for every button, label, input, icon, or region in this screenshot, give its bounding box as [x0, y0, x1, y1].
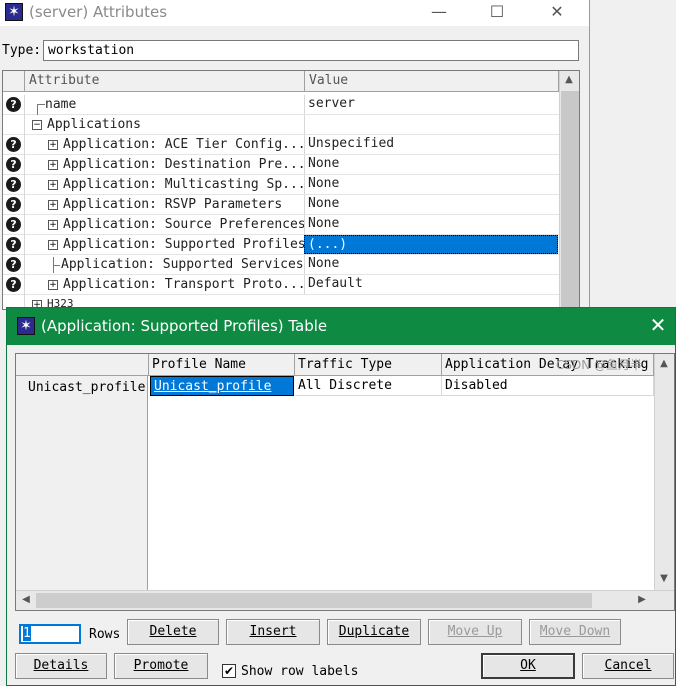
- scroll-down-icon[interactable]: ▼: [655, 570, 673, 588]
- help-icon[interactable]: ?: [6, 97, 21, 112]
- attribute-name: Application: Supported Profiles: [63, 237, 306, 252]
- scroll-thumb[interactable]: [561, 91, 579, 309]
- attribute-row[interactable]: ? + Application: ACE Tier Config... Unsp…: [3, 135, 559, 155]
- dialog-title: (Application: Supported Profiles) Table: [41, 317, 328, 335]
- star-burst-icon: ✶: [5, 3, 23, 21]
- attribute-value[interactable]: server: [304, 95, 558, 114]
- insert-button[interactable]: Insert: [226, 619, 320, 645]
- attribute-row[interactable]: ? + Application: Transport Proto... Defa…: [3, 275, 559, 295]
- table-corner: [16, 354, 149, 376]
- close-icon[interactable]: ✕: [645, 314, 671, 338]
- attribute-row[interactable]: ? + Application: Destination Pre... None: [3, 155, 559, 175]
- attribute-value[interactable]: [304, 115, 558, 134]
- cancel-button[interactable]: Cancel: [582, 653, 674, 679]
- help-icon[interactable]: ?: [6, 137, 21, 152]
- expand-icon[interactable]: +: [48, 180, 58, 190]
- row-labels-column: Unicast_profile: [16, 354, 148, 591]
- attributes-titlebar[interactable]: ✶ (server) Attributes — ☐ ✕: [0, 0, 589, 26]
- expand-icon[interactable]: +: [48, 240, 58, 250]
- show-row-labels-label[interactable]: Show row labels: [241, 664, 358, 679]
- delete-button[interactable]: Delete: [127, 619, 219, 645]
- attribute-name: Application: Transport Proto...: [63, 277, 306, 292]
- promote-button[interactable]: Promote: [114, 653, 208, 679]
- scroll-up-icon[interactable]: ▲: [655, 355, 673, 373]
- show-row-labels-checkbox[interactable]: ✔: [222, 664, 236, 678]
- attribute-row[interactable]: − Applications: [3, 115, 559, 135]
- details-button[interactable]: Details: [15, 653, 107, 679]
- rows-label: Rows: [89, 627, 121, 642]
- attribute-value[interactable]: None: [304, 255, 558, 274]
- help-icon[interactable]: ?: [6, 177, 21, 192]
- duplicate-button[interactable]: Duplicate: [327, 619, 421, 645]
- type-field[interactable]: [43, 40, 579, 61]
- attribute-name: Application: Source Preferences: [63, 217, 306, 232]
- table-cell[interactable]: All Discrete: [295, 376, 442, 396]
- table-cell[interactable]: Disabled: [442, 376, 654, 396]
- window-title: (server) Attributes: [29, 3, 168, 21]
- expand-icon[interactable]: +: [48, 140, 58, 150]
- expand-icon[interactable]: +: [48, 280, 58, 290]
- attribute-name: Application: Supported Services: [61, 257, 304, 272]
- dialog-titlebar[interactable]: ✶ (Application: Supported Profiles) Tabl…: [7, 308, 675, 345]
- attribute-row[interactable]: ? + Application: Multicasting Sp... None: [3, 175, 559, 195]
- attribute-grid: Attribute Value ? name server − Applicat…: [2, 70, 580, 310]
- attribute-value[interactable]: Default: [304, 275, 558, 294]
- row-label[interactable]: Unicast_profile: [28, 380, 145, 395]
- help-icon[interactable]: ?: [6, 277, 21, 292]
- attribute-row[interactable]: ? + Application: Supported Profiles (...…: [3, 235, 559, 255]
- attribute-name: Application: Multicasting Sp...: [63, 177, 306, 192]
- attribute-name: name: [45, 97, 77, 112]
- maximize-icon[interactable]: ☐: [474, 0, 520, 26]
- attribute-value[interactable]: None: [304, 175, 558, 194]
- move-up-button[interactable]: Move Up: [428, 619, 522, 645]
- type-label: Type:: [2, 43, 42, 58]
- scroll-left-icon[interactable]: ◀: [17, 591, 35, 609]
- profiles-table: Unicast_profile Profile Name Traffic Typ…: [15, 353, 675, 611]
- attribute-row[interactable]: ? name server: [3, 95, 559, 115]
- value-column-header[interactable]: Value: [305, 71, 559, 92]
- watermark-text: CSDN @鱼月半: [556, 358, 643, 372]
- attribute-value[interactable]: None: [304, 155, 558, 174]
- scroll-right-icon[interactable]: ▶: [633, 591, 651, 609]
- rows-count-input[interactable]: 1: [19, 624, 81, 644]
- attribute-name: Application: RSVP Parameters: [63, 197, 283, 212]
- ok-button[interactable]: OK: [481, 653, 575, 679]
- close-icon[interactable]: ✕: [534, 0, 580, 26]
- attribute-value-selected[interactable]: (...): [304, 235, 558, 254]
- help-icon[interactable]: ?: [6, 217, 21, 232]
- star-burst-icon: ✶: [17, 317, 35, 335]
- attribute-row[interactable]: ? Application: Supported Services None: [3, 255, 559, 275]
- help-icon[interactable]: ?: [6, 257, 21, 272]
- attribute-row[interactable]: ? + Application: RSVP Parameters None: [3, 195, 559, 215]
- expand-icon[interactable]: +: [48, 200, 58, 210]
- attribute-row[interactable]: ? + Application: Source Preferences None: [3, 215, 559, 235]
- table-horizontal-scrollbar[interactable]: ◀ ▶: [16, 590, 674, 610]
- column-header-profile-name[interactable]: Profile Name: [149, 354, 295, 376]
- attribute-value[interactable]: None: [304, 195, 558, 214]
- help-icon[interactable]: ?: [6, 157, 21, 172]
- attribute-value[interactable]: None: [304, 215, 558, 234]
- column-header-traffic-type[interactable]: Traffic Type: [295, 354, 442, 376]
- collapse-icon[interactable]: −: [32, 120, 42, 130]
- minimize-icon[interactable]: —: [416, 0, 462, 26]
- attribute-name: Application: Destination Pre...: [63, 157, 306, 172]
- attribute-value[interactable]: Unspecified: [304, 135, 558, 154]
- grid-corner: [3, 71, 25, 92]
- move-down-button[interactable]: Move Down: [529, 619, 621, 645]
- table-vertical-scrollbar[interactable]: ▲ ▼: [654, 354, 674, 591]
- scroll-up-icon[interactable]: ▲: [560, 71, 578, 89]
- attribute-name: Application: ACE Tier Config...: [63, 137, 306, 152]
- attribute-name: Applications: [47, 117, 141, 132]
- help-icon[interactable]: ?: [6, 237, 21, 252]
- attribute-column-header[interactable]: Attribute: [25, 71, 305, 92]
- scroll-thumb[interactable]: [36, 593, 592, 608]
- expand-icon[interactable]: +: [48, 220, 58, 230]
- expand-icon[interactable]: +: [48, 160, 58, 170]
- help-icon[interactable]: ?: [6, 197, 21, 212]
- attribute-vertical-scrollbar[interactable]: ▲: [559, 71, 579, 309]
- table-cell-selected[interactable]: Unicast_profile: [150, 376, 294, 396]
